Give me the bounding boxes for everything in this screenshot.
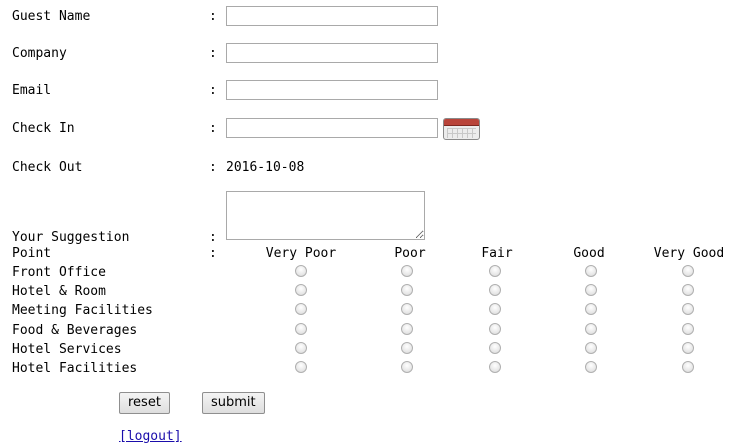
- email-label: Email: [12, 83, 52, 98]
- suggestion-label: Your Suggestion: [12, 230, 130, 245]
- check-in-input[interactable]: [226, 118, 438, 138]
- radio-good[interactable]: [585, 361, 597, 373]
- radio-poor[interactable]: [401, 323, 413, 335]
- point-label: Point: [12, 246, 52, 261]
- radio-very-good[interactable]: [682, 284, 694, 296]
- suggestion-colon: :: [209, 230, 217, 245]
- rating-row-label: Hotel Facilities: [12, 361, 138, 376]
- radio-fair[interactable]: [489, 323, 501, 335]
- radio-fair[interactable]: [489, 284, 501, 296]
- check-in-colon: :: [209, 121, 217, 136]
- radio-poor[interactable]: [401, 361, 413, 373]
- radio-good[interactable]: [585, 284, 597, 296]
- column-good: Good: [573, 246, 605, 261]
- column-very-good: Very Good: [653, 246, 725, 261]
- submit-button[interactable]: submit: [202, 392, 265, 414]
- check-out-label: Check Out: [12, 160, 83, 175]
- radio-good[interactable]: [585, 323, 597, 335]
- radio-fair[interactable]: [489, 342, 501, 354]
- radio-very-good[interactable]: [682, 265, 694, 277]
- company-input[interactable]: [226, 43, 438, 63]
- check-in-label: Check In: [12, 121, 75, 136]
- radio-fair[interactable]: [489, 265, 501, 277]
- radio-fair[interactable]: [489, 361, 501, 373]
- email-colon: :: [209, 83, 217, 98]
- radio-good[interactable]: [585, 342, 597, 354]
- radio-poor[interactable]: [401, 265, 413, 277]
- radio-fair[interactable]: [489, 303, 501, 315]
- radio-very-good[interactable]: [682, 342, 694, 354]
- radio-very-poor[interactable]: [295, 303, 307, 315]
- radio-very-good[interactable]: [682, 323, 694, 335]
- guest-name-colon: :: [209, 9, 217, 24]
- suggestion-textarea[interactable]: [226, 191, 425, 240]
- rating-row-label: Hotel Services: [12, 342, 122, 357]
- radio-very-poor[interactable]: [295, 361, 307, 373]
- radio-very-poor[interactable]: [295, 265, 307, 277]
- calendar-icon[interactable]: [443, 118, 480, 140]
- radio-very-poor[interactable]: [295, 323, 307, 335]
- radio-good[interactable]: [585, 303, 597, 315]
- company-label: Company: [12, 46, 67, 61]
- rating-row-label: Hotel & Room: [12, 284, 106, 299]
- rating-row-label: Front Office: [12, 265, 106, 280]
- point-colon: :: [209, 246, 217, 261]
- column-poor: Poor: [394, 246, 426, 261]
- rating-row-label: Meeting Facilities: [12, 303, 153, 318]
- company-colon: :: [209, 46, 217, 61]
- radio-very-poor[interactable]: [295, 342, 307, 354]
- logout-link[interactable]: [logout]: [119, 429, 182, 444]
- check-out-colon: :: [209, 160, 217, 175]
- radio-very-good[interactable]: [682, 303, 694, 315]
- reset-button[interactable]: reset: [119, 392, 170, 414]
- column-fair: Fair: [481, 246, 513, 261]
- guest-name-label: Guest Name: [12, 9, 91, 24]
- radio-poor[interactable]: [401, 342, 413, 354]
- radio-good[interactable]: [585, 265, 597, 277]
- check-out-value: 2016-10-08: [226, 160, 305, 175]
- radio-poor[interactable]: [401, 303, 413, 315]
- column-very-poor: Very Poor: [265, 246, 337, 261]
- radio-very-good[interactable]: [682, 361, 694, 373]
- radio-very-poor[interactable]: [295, 284, 307, 296]
- guest-name-input[interactable]: [226, 6, 438, 26]
- radio-poor[interactable]: [401, 284, 413, 296]
- rating-row-label: Food & Beverages: [12, 323, 138, 338]
- email-input[interactable]: [226, 80, 438, 100]
